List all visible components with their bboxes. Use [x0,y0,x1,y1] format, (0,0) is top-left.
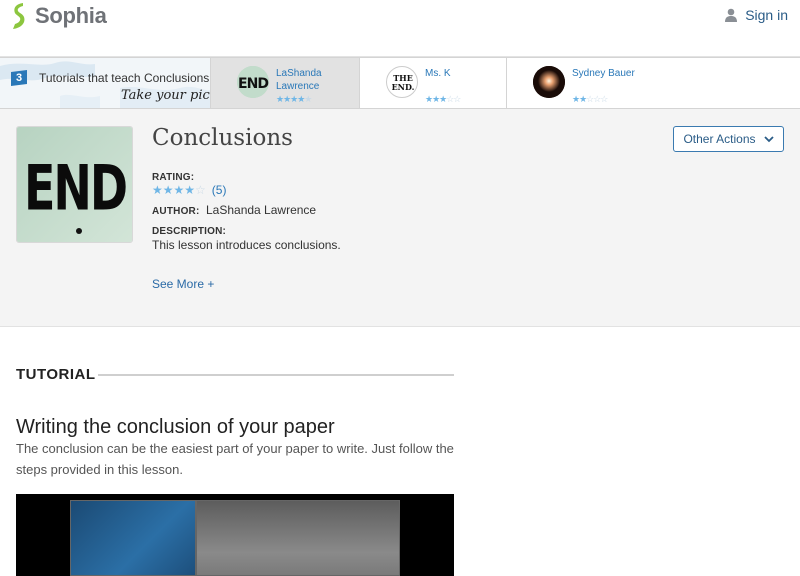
lesson-rating: ★★★★☆ (5) [152,183,226,197]
tutorial-author-name: Sydney Bauer [572,68,635,79]
tutorial-title: Writing the conclusion of your paper [16,416,335,438]
sophia-logo-icon [13,3,25,29]
sophia-logo[interactable]: Sophia [10,2,107,30]
lesson-cover-image: END [16,126,133,243]
sparkle-thumbnail-icon [533,66,565,98]
svg-text:END.: END. [392,82,415,92]
logo-text: Sophia [35,3,107,28]
rating-stars-icon: ★★★★☆ [152,183,206,197]
lesson-title: Conclusions [152,125,293,151]
svg-text:END: END [238,76,268,92]
other-actions-button[interactable]: Other Actions [673,126,784,152]
author-label: AUTHOR: [152,206,200,217]
tutorial-count-badge: 3 [9,70,29,86]
lesson-info-panel: END Conclusions Other Actions RATING: ★★… [0,109,800,327]
tutorials-title: Tutorials that teach Conclusions [39,71,210,85]
tutorial-thumbnail [533,66,565,98]
description-label: DESCRIPTION: [152,226,227,237]
tutorial-author-name: LaShanda Lawrence [276,68,322,92]
tutorial-card-ms-k[interactable]: THE END. Ms. K ★★★☆☆ [360,58,507,108]
user-icon [725,8,738,22]
tutorial-author-name: Ms. K [425,68,451,79]
chevron-down-icon [763,135,774,142]
top-bar: Sophia Sign in [0,0,800,57]
tutorials-intro: 3 Tutorials that teach Conclusions Take … [0,58,211,108]
section-divider [98,374,454,376]
sign-in-link[interactable]: Sign in [725,7,788,23]
tutorial-thumbnail: THE END. [386,66,418,98]
author-name: LaShanda Lawrence [206,203,317,217]
tutorial-rating-stars: ★★★★★ [276,94,312,104]
tutorial-card-sydney[interactable]: Sydney Bauer ★★☆☆☆ [507,58,800,108]
rating-label: RATING: [152,172,195,183]
tutorial-rating-stars: ★★★☆☆ [425,94,461,104]
tutorial-rating-stars: ★★☆☆☆ [572,94,608,104]
tutorials-strip: 3 Tutorials that teach Conclusions Take … [0,57,800,109]
tutorial-card-lashanda[interactable]: END LaShanda Lawrence ★★★★★ [211,58,360,108]
tutorial-count: 3 [15,72,23,84]
tutorial-section-label: TUTORIAL [16,366,96,383]
video-slide-right [196,500,400,576]
see-more-link[interactable]: See More + [152,277,214,291]
end-thumbnail-icon: END [237,66,269,98]
tutorial-video-player[interactable] [16,494,454,576]
take-your-pick-text: Take your pick: [121,88,210,103]
end-sign-image: END [17,127,132,242]
the-end-thumbnail-icon: THE END. [392,73,415,92]
sign-in-label: Sign in [745,7,788,23]
rating-count-link[interactable]: (5) [212,183,227,197]
video-slide-left [70,500,196,576]
tutorial-description: The conclusion can be the easiest part o… [16,441,454,477]
other-actions-label: Other Actions [683,132,756,146]
tutorial-thumbnail: END [237,66,269,98]
svg-text:END: END [24,151,126,224]
lesson-description: This lesson introduces conclusions. [152,238,341,252]
